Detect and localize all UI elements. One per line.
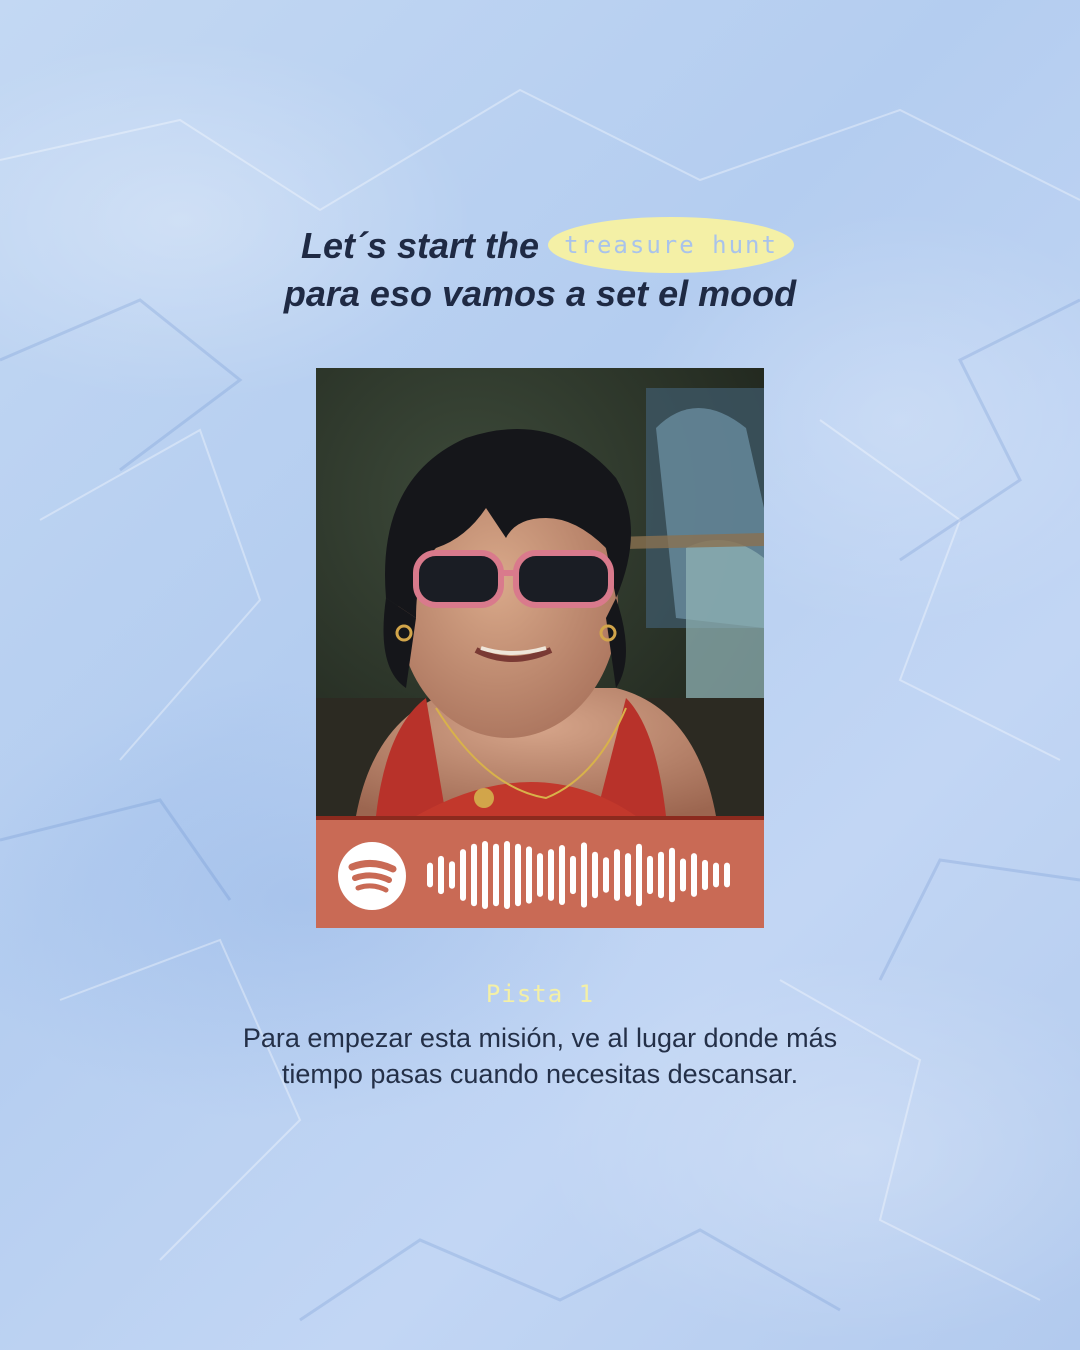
headline-line-1: Let´s start the (300, 225, 540, 266)
clue-text: Para empezar esta misión, ve al lugar do… (242, 1023, 838, 1089)
spotify-icon (338, 842, 406, 910)
clue-title: Pista 1 (485, 980, 595, 1008)
headline-line-2: para eso vamos a set el mood (283, 273, 797, 314)
spotify-code-bars (427, 841, 730, 909)
photo-of-girl-with-sunglasses (316, 368, 764, 816)
spotify-code[interactable] (316, 816, 764, 928)
headline: Let´s start the para eso vamos a set el … (0, 222, 1080, 318)
